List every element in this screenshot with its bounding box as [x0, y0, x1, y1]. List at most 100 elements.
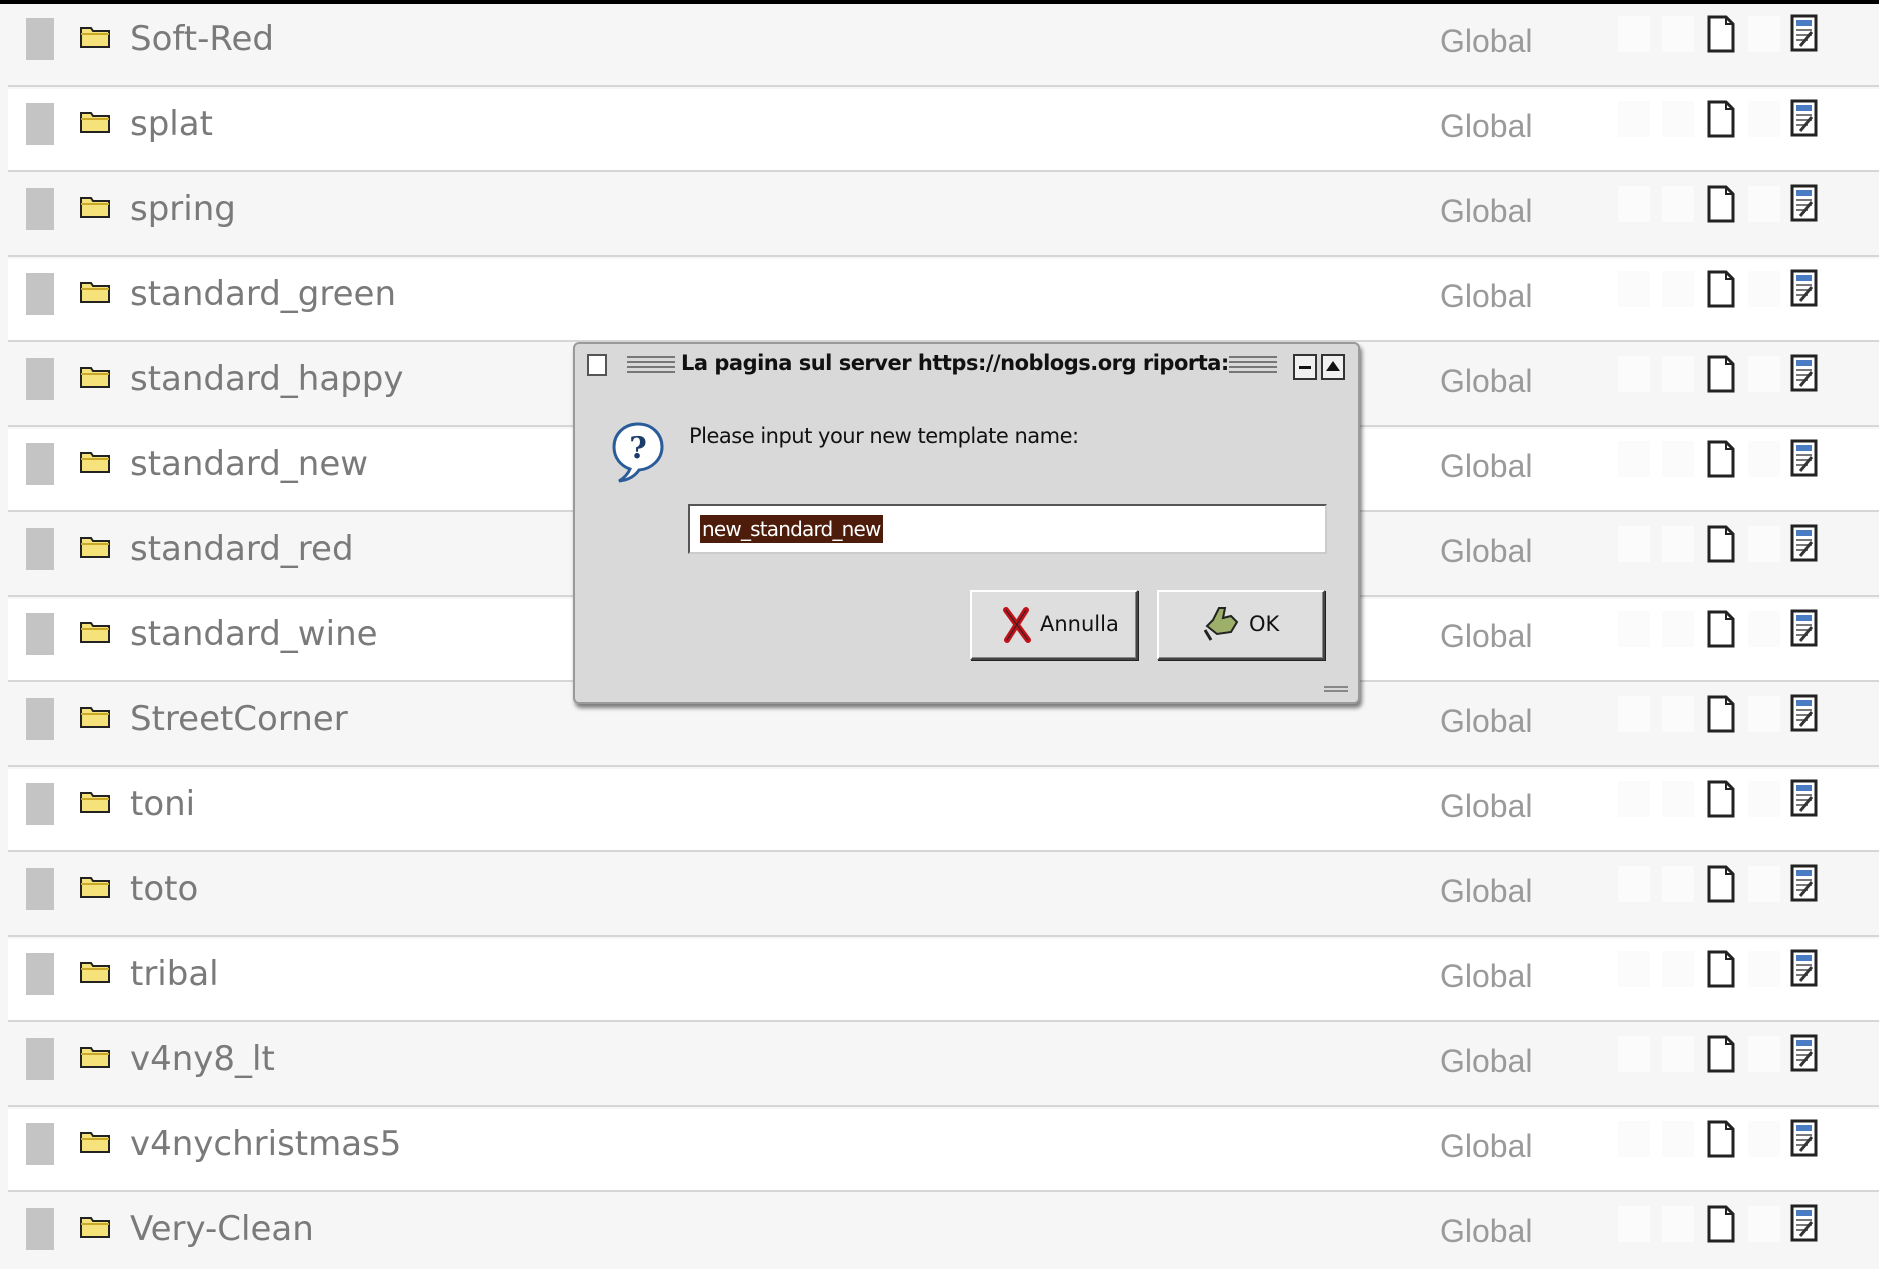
template-scope: Global	[1440, 1043, 1533, 1079]
resize-grip[interactable]	[1324, 686, 1348, 696]
row-select-checkbox[interactable]	[26, 783, 54, 825]
template-row: toto Global	[8, 854, 1879, 937]
template-name-link[interactable]: splat	[130, 99, 213, 149]
edit-icon[interactable]	[1790, 524, 1818, 562]
minimize-button[interactable]	[1293, 354, 1317, 380]
maximize-button[interactable]	[1321, 354, 1345, 380]
template-name-link[interactable]: v4ny8_lt	[130, 1034, 275, 1084]
blank-cell	[1748, 1121, 1780, 1157]
template-row: tribal Global	[8, 939, 1879, 1022]
row-select-checkbox[interactable]	[26, 698, 54, 740]
copy-icon[interactable]	[1706, 1119, 1736, 1159]
blank-cell	[1748, 866, 1780, 902]
row-select-checkbox[interactable]	[26, 273, 54, 315]
edit-icon[interactable]	[1790, 609, 1818, 647]
template-name-link[interactable]: standard_wine	[130, 609, 378, 659]
template-name-link[interactable]: StreetCorner	[130, 694, 348, 744]
blank-cell	[1618, 16, 1650, 52]
blank-cell	[1618, 611, 1650, 647]
edit-icon[interactable]	[1790, 1204, 1818, 1242]
template-name-link[interactable]: tribal	[130, 949, 219, 999]
row-select-checkbox[interactable]	[26, 103, 54, 145]
copy-icon[interactable]	[1706, 1204, 1736, 1244]
copy-icon[interactable]	[1706, 269, 1736, 309]
blank-cell	[1748, 186, 1780, 222]
edit-icon[interactable]	[1790, 1034, 1818, 1072]
folder-icon	[80, 452, 110, 473]
template-name-link[interactable]: Soft-Red	[130, 14, 274, 64]
row-select-checkbox[interactable]	[26, 358, 54, 400]
template-name-link[interactable]: standard_new	[130, 439, 368, 489]
template-name-link[interactable]: v4nychristmas5	[130, 1119, 401, 1169]
blank-cell	[1618, 271, 1650, 307]
template-name-link[interactable]: spring	[130, 184, 236, 234]
copy-icon[interactable]	[1706, 524, 1736, 564]
dialog-titlebar[interactable]: La pagina sul server https://noblogs.org…	[575, 344, 1358, 384]
copy-icon[interactable]	[1706, 439, 1736, 479]
template-scope: Global	[1440, 448, 1533, 484]
blank-cell	[1662, 186, 1694, 222]
template-scope: Global	[1440, 278, 1533, 314]
template-scope: Global	[1440, 703, 1533, 739]
template-row: spring Global	[8, 174, 1879, 257]
copy-icon[interactable]	[1706, 184, 1736, 224]
row-select-checkbox[interactable]	[26, 1123, 54, 1165]
template-scope: Global	[1440, 788, 1533, 824]
copy-icon[interactable]	[1706, 779, 1736, 819]
edit-icon[interactable]	[1790, 269, 1818, 307]
blank-cell	[1748, 611, 1780, 647]
edit-icon[interactable]	[1790, 694, 1818, 732]
template-name-link[interactable]: toni	[130, 779, 195, 829]
copy-icon[interactable]	[1706, 694, 1736, 734]
template-name-link[interactable]: Very-Clean	[130, 1204, 314, 1254]
template-name-link[interactable]: standard_green	[130, 269, 396, 319]
template-name-link[interactable]: standard_happy	[130, 354, 403, 404]
cancel-button[interactable]: Annulla	[970, 590, 1138, 660]
edit-icon[interactable]	[1790, 439, 1818, 477]
row-select-checkbox[interactable]	[26, 868, 54, 910]
row-select-checkbox[interactable]	[26, 953, 54, 995]
edit-icon[interactable]	[1790, 184, 1818, 222]
edit-icon[interactable]	[1790, 864, 1818, 902]
window-menu-button[interactable]	[587, 354, 607, 376]
blank-cell	[1748, 356, 1780, 392]
copy-icon[interactable]	[1706, 609, 1736, 649]
edit-icon[interactable]	[1790, 1119, 1818, 1157]
row-select-checkbox[interactable]	[26, 1038, 54, 1080]
cancel-label: Annulla	[1040, 612, 1119, 636]
copy-icon[interactable]	[1706, 1034, 1736, 1074]
edit-icon[interactable]	[1790, 354, 1818, 392]
template-name-link[interactable]: toto	[130, 864, 198, 914]
blank-cell	[1618, 696, 1650, 732]
blank-cell	[1618, 781, 1650, 817]
template-row: Very-Clean Global	[8, 1194, 1879, 1269]
copy-icon[interactable]	[1706, 949, 1736, 989]
row-select-checkbox[interactable]	[26, 528, 54, 570]
copy-icon[interactable]	[1706, 864, 1736, 904]
blank-cell	[1662, 1036, 1694, 1072]
row-select-checkbox[interactable]	[26, 18, 54, 60]
row-select-checkbox[interactable]	[26, 188, 54, 230]
folder-icon	[80, 1217, 110, 1238]
blank-cell	[1662, 1121, 1694, 1157]
copy-icon[interactable]	[1706, 354, 1736, 394]
ok-button[interactable]: OK	[1157, 590, 1325, 660]
row-select-checkbox[interactable]	[26, 613, 54, 655]
blank-cell	[1662, 611, 1694, 647]
row-select-checkbox[interactable]	[26, 1208, 54, 1250]
folder-icon	[80, 1047, 110, 1068]
edit-icon[interactable]	[1790, 14, 1818, 52]
template-name-link[interactable]: standard_red	[130, 524, 354, 574]
edit-icon[interactable]	[1790, 949, 1818, 987]
copy-icon[interactable]	[1706, 14, 1736, 54]
edit-icon[interactable]	[1790, 99, 1818, 137]
template-name-input[interactable]: new_standard_new	[688, 504, 1327, 554]
edit-icon[interactable]	[1790, 779, 1818, 817]
titlebar-grip-right	[1229, 356, 1277, 374]
template-scope: Global	[1440, 1128, 1533, 1164]
template-scope: Global	[1440, 108, 1533, 144]
copy-icon[interactable]	[1706, 99, 1736, 139]
row-select-checkbox[interactable]	[26, 443, 54, 485]
question-icon: ?	[612, 422, 664, 483]
titlebar-grip-left	[627, 356, 675, 374]
